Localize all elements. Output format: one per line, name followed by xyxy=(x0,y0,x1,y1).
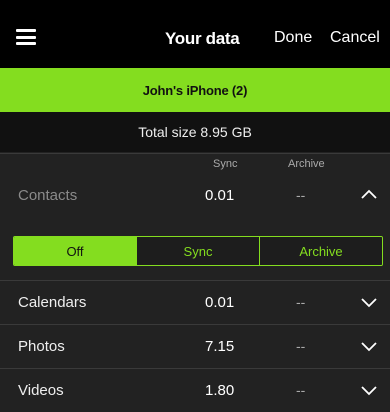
table-row-videos[interactable]: Videos 1.80 -- xyxy=(0,368,390,412)
row-sync-value: 7.15 xyxy=(205,338,235,355)
row-sync-value: 0.01 xyxy=(205,187,235,204)
row-archive-value: -- xyxy=(296,187,306,203)
row-name: Contacts xyxy=(18,187,78,204)
row-name: Photos xyxy=(18,338,65,355)
chevron-down-icon[interactable] xyxy=(360,339,378,353)
segment-sync[interactable]: Sync xyxy=(136,237,259,265)
total-size: Total size 8.95 GB xyxy=(0,112,390,152)
row-archive-value: -- xyxy=(296,294,306,310)
device-banner: John's iPhone (2) xyxy=(0,68,390,112)
status-bar xyxy=(0,0,390,8)
table-row-contacts[interactable]: Contacts 0.01 -- xyxy=(0,174,390,218)
top-bar: Your data Done Cancel xyxy=(0,8,390,68)
row-archive-value: -- xyxy=(296,338,306,354)
chevron-down-icon[interactable] xyxy=(360,295,378,309)
cancel-button[interactable]: Cancel xyxy=(330,29,380,47)
segment-off[interactable]: Off xyxy=(14,237,136,265)
page-title: Your data xyxy=(165,29,240,48)
archive-column-header: Archive xyxy=(288,158,325,170)
done-button[interactable]: Done xyxy=(274,29,312,47)
row-sync-value: 1.80 xyxy=(205,382,235,399)
row-archive-value: -- xyxy=(296,382,306,398)
row-name: Calendars xyxy=(18,294,87,311)
column-header: Sync Archive xyxy=(0,153,390,173)
hamburger-menu-icon[interactable] xyxy=(16,29,36,45)
table-row-calendars[interactable]: Calendars 0.01 -- xyxy=(0,280,390,324)
segment-archive[interactable]: Archive xyxy=(259,237,382,265)
chevron-down-icon[interactable] xyxy=(360,383,378,397)
contacts-mode-segmented-control: Off Sync Archive xyxy=(13,236,383,266)
sync-column-header: Sync xyxy=(213,158,238,170)
device-name: John's iPhone (2) xyxy=(142,82,248,98)
row-name: Videos xyxy=(18,382,64,399)
row-sync-value: 0.01 xyxy=(205,294,235,311)
chevron-up-icon[interactable] xyxy=(360,188,378,202)
table-row-photos[interactable]: Photos 7.15 -- xyxy=(0,324,390,368)
